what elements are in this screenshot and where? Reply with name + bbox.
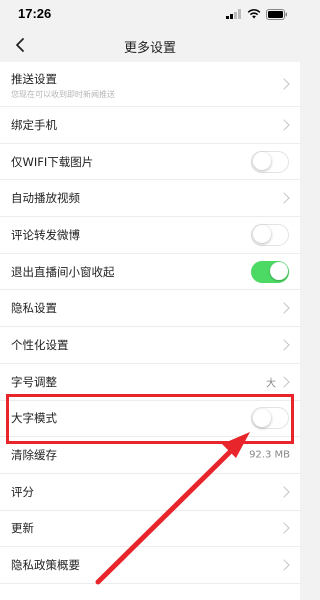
toggle-knob xyxy=(269,262,288,281)
settings-row-label: 自动播放视频 xyxy=(11,191,80,206)
chevron-right-icon xyxy=(278,522,290,535)
cache-size-value: 92.3 MB xyxy=(249,449,290,461)
nav-bar: 更多设置 xyxy=(0,28,300,62)
settings-row-autoplay-video[interactable]: 自动播放视频 xyxy=(0,180,300,218)
settings-row-personalization[interactable]: 个性化设置 xyxy=(0,327,300,364)
signal-icon xyxy=(226,9,241,19)
settings-row-privacy-policy[interactable]: 隐私政策概要 xyxy=(0,547,300,584)
settings-row-label: 绑定手机 xyxy=(11,117,57,132)
settings-row-label: 隐私政策概要 xyxy=(11,558,80,573)
toggle-knob xyxy=(252,408,271,427)
large-text-mode-toggle[interactable] xyxy=(251,407,289,430)
settings-row-label: 仅WIFI下载图片 xyxy=(11,154,94,169)
settings-row-bind-phone[interactable]: 绑定手机 xyxy=(0,107,300,144)
wifi-icon xyxy=(247,9,261,19)
wifi-images-toggle[interactable] xyxy=(251,150,289,173)
settings-list: 推送设置 您现在可以收到即时新闻推送 绑定手机 仅WIFI下载图片 自动播放视频… xyxy=(0,62,300,600)
settings-row-privacy[interactable]: 隐私设置 xyxy=(0,290,300,328)
chevron-right-icon xyxy=(278,78,290,90)
settings-row-label: 退出直播间小窗收起 xyxy=(11,264,115,279)
toggle-knob xyxy=(252,225,271,244)
settings-row-subtitle: 您现在可以收到即时新闻推送 xyxy=(11,90,115,99)
settings-row-label: 字号调整 xyxy=(11,374,57,389)
settings-row-clear-cache[interactable]: 清除缓存 92.3 MB xyxy=(0,437,300,474)
status-time: 17:26 xyxy=(18,6,52,21)
status-icons xyxy=(226,8,288,20)
settings-row-label: 清除缓存 xyxy=(11,448,57,463)
settings-row-wifi-images: 仅WIFI下载图片 xyxy=(0,144,300,181)
settings-row-font-size[interactable]: 字号调整 大 xyxy=(0,364,300,401)
chevron-right-icon xyxy=(278,486,290,498)
chevron-right-icon xyxy=(278,302,290,314)
settings-row-comment-weibo: 评论转发微博 xyxy=(0,217,300,254)
settings-row-live-mini-window: 退出直播间小窗收起 xyxy=(0,254,300,291)
settings-row-rate[interactable]: 评分 xyxy=(0,474,300,511)
settings-row-label: 推送设置 xyxy=(11,72,57,86)
chevron-right-icon xyxy=(278,375,290,388)
settings-row-push[interactable]: 推送设置 您现在可以收到即时新闻推送 xyxy=(0,62,300,107)
settings-row-label: 评论转发微博 xyxy=(11,227,80,242)
font-size-value: 大 xyxy=(266,378,276,390)
settings-row-label: 个性化设置 xyxy=(11,337,69,352)
chevron-right-icon xyxy=(278,119,290,131)
settings-row-large-text-mode: 大字模式 xyxy=(0,401,300,438)
chevron-right-icon xyxy=(278,559,290,571)
page-title: 更多设置 xyxy=(123,41,176,56)
settings-row-label: 评分 xyxy=(11,484,34,499)
chevron-right-icon xyxy=(278,339,290,351)
live-mini-window-toggle[interactable] xyxy=(251,260,289,283)
settings-row-label: 隐私设置 xyxy=(11,301,57,316)
chevron-right-icon xyxy=(278,192,290,204)
status-bar: 17:26 xyxy=(0,0,300,28)
comment-weibo-toggle[interactable] xyxy=(251,223,289,246)
settings-row-update[interactable]: 更新 xyxy=(0,511,300,548)
battery-icon xyxy=(266,8,287,20)
settings-row-label: 大字模式 xyxy=(11,411,57,426)
toggle-knob xyxy=(252,152,271,171)
settings-row-label: 更新 xyxy=(11,521,34,536)
